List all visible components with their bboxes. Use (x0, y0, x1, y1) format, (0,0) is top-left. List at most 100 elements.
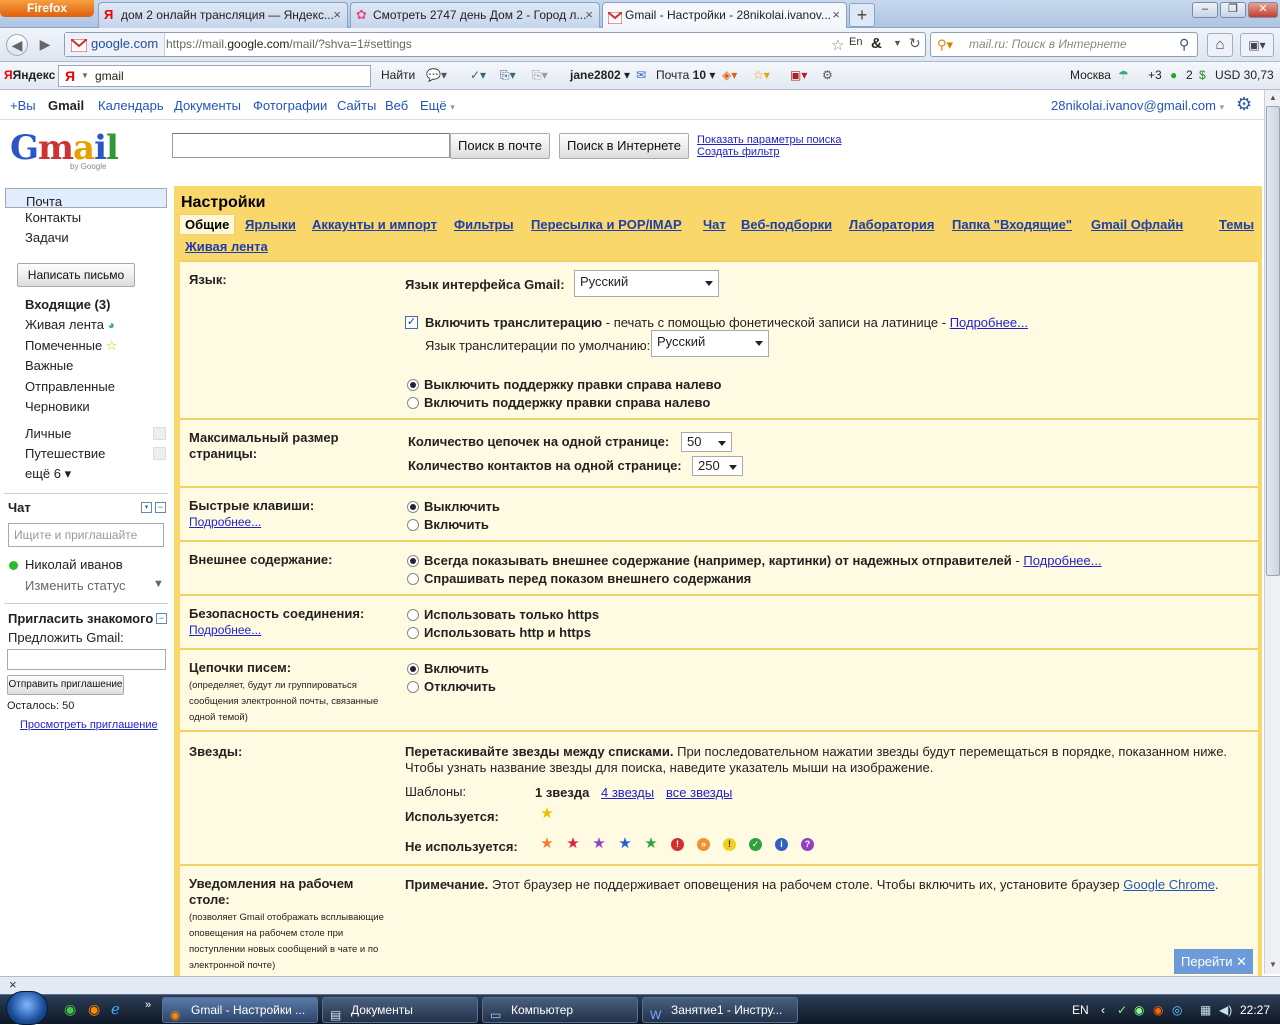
yandex-user[interactable]: jane2802 ▾ (570, 68, 630, 82)
close-tab-icon[interactable]: × (333, 3, 341, 27)
gmail-link[interactable]: Gmail (48, 98, 84, 113)
address-bar[interactable]: google.com https://mail.google.com/mail/… (64, 32, 926, 57)
tray-app-icon[interactable]: ◉ (1134, 1003, 1144, 1017)
quicklaunch-expand-icon[interactable]: » (145, 999, 151, 1011)
spellcheck-icon[interactable]: ✓▾ (470, 68, 486, 82)
more-labels[interactable]: ещё 6 ▾ (25, 466, 71, 482)
settings-gear-icon[interactable]: ⚙ (1236, 94, 1252, 115)
temperature[interactable]: +3 (1148, 68, 1162, 82)
chat-options-icon[interactable]: ▾ (141, 502, 152, 513)
google-chrome-link[interactable]: Google Chrome (1123, 877, 1215, 892)
dropdown-icon[interactable]: ▼ (81, 66, 89, 86)
browser-tab-1[interactable]: Я дом 2 онлайн трансляция — Яндекс... × (98, 2, 348, 28)
folder-starred[interactable]: Помеченные ☆ (25, 338, 118, 354)
chat-search-input[interactable]: Ищите и приглашайте (8, 523, 164, 547)
nav-contacts[interactable]: Контакты (25, 210, 81, 225)
close-tab-icon[interactable]: × (585, 3, 593, 27)
quicklaunch-icon[interactable]: ◉ (64, 1001, 76, 1018)
taskbar-item-documents[interactable]: ▤ Документы (322, 997, 478, 1023)
photos-link[interactable]: Фотографии (253, 98, 327, 113)
antivirus-icon[interactable]: ▣▾ (790, 68, 807, 82)
goto-button[interactable]: Перейти ✕ (1174, 949, 1253, 974)
orange-guillemet-icon[interactable]: » (697, 838, 710, 851)
language-icon[interactable]: ⎘▾ (532, 68, 548, 83)
currency-rate[interactable]: USD 30,73 (1215, 68, 1274, 82)
search-engine-icon[interactable]: ⚲▾ (937, 33, 953, 56)
mail-search-input[interactable] (172, 133, 450, 158)
tab-inbox[interactable]: Папка "Входящие" (952, 217, 1072, 232)
https-only-radio[interactable] (407, 609, 419, 621)
label-color-swatch[interactable] (153, 447, 166, 460)
ui-language-select[interactable]: Русский (574, 270, 719, 297)
close-window-button[interactable]: ✕ (1248, 2, 1278, 18)
bookmark-star-icon[interactable]: ☆ (831, 36, 844, 54)
translate-icon[interactable]: En (849, 36, 862, 48)
tray-expand-icon[interactable]: ‹ (1101, 1003, 1105, 1017)
yellow-bang-icon[interactable]: ! (723, 838, 736, 851)
search-web-button[interactable]: Поиск в Интернете (559, 133, 689, 159)
shortcuts-on-radio[interactable] (407, 519, 419, 531)
volume-icon[interactable]: ◀) (1219, 1003, 1232, 1017)
invite-collapse-icon[interactable]: − (156, 613, 167, 624)
chat-user-name[interactable]: Николай иванов (25, 557, 123, 572)
scroll-down-icon[interactable]: ▼ (1266, 958, 1280, 972)
external-ask-radio[interactable] (407, 573, 419, 585)
yandex-brand[interactable]: ЯЯндекс (4, 68, 55, 82)
folder-inbox[interactable]: Входящие (3) (25, 297, 110, 312)
tray-app-icon[interactable]: ◉ (1153, 1003, 1163, 1017)
invite-email-input[interactable] (7, 649, 166, 670)
blue-star-icon[interactable]: ★ (617, 836, 633, 852)
scroll-thumb[interactable] (1266, 106, 1280, 576)
money-icon[interactable]: ◈▾ (722, 68, 737, 82)
forward-button[interactable]: ▶ (34, 34, 56, 56)
minimize-button[interactable]: – (1192, 2, 1218, 18)
external-always-radio[interactable] (407, 555, 419, 567)
reload-icon[interactable]: ↻ (909, 35, 921, 52)
contacts-per-page-select[interactable]: 250 (692, 456, 743, 476)
tab-chat[interactable]: Чат (703, 217, 726, 232)
label-travel[interactable]: Путешествие (25, 446, 105, 461)
label-color-swatch[interactable] (153, 427, 166, 440)
folder-sent[interactable]: Отправленные (25, 379, 115, 394)
network-icon[interactable]: ▦ (1200, 1003, 1211, 1017)
start-button[interactable] (6, 991, 48, 1025)
preset-all-stars-link[interactable]: все звезды (666, 785, 732, 800)
ie-icon[interactable]: ℯ (111, 1000, 120, 1018)
http-and-https-radio[interactable] (407, 627, 419, 639)
taskbar-item-firefox[interactable]: ◉ Gmail - Настройки ... (162, 997, 318, 1023)
addon-menu-button[interactable]: ▣▾ (1240, 33, 1274, 57)
nav-tasks[interactable]: Задачи (25, 230, 69, 245)
web-link[interactable]: Веб (385, 98, 408, 113)
documents-link[interactable]: Документы (174, 98, 241, 113)
firefox-icon[interactable]: ◉ (88, 1001, 100, 1018)
view-invites-link[interactable]: Просмотреть приглашение (20, 719, 158, 731)
maximize-button[interactable]: ❐ (1220, 2, 1246, 18)
ampersand-icon[interactable]: & (871, 35, 882, 52)
sites-link[interactable]: Сайты (337, 98, 376, 113)
translit-language-select[interactable]: Русский (651, 330, 769, 357)
chat-collapse-icon[interactable]: − (155, 502, 166, 513)
new-tab-button[interactable]: + (849, 3, 875, 27)
blue-info-icon[interactable]: i (775, 838, 788, 851)
shortcuts-more-link[interactable]: Подробнее... (189, 515, 261, 529)
green-star-icon[interactable]: ★ (643, 836, 659, 852)
preset-4-stars-link[interactable]: 4 звезды (601, 785, 654, 800)
tab-web-clips[interactable]: Веб-подборки (741, 217, 832, 232)
close-icon[interactable]: × (9, 977, 17, 992)
mail-icon[interactable]: ✉ (636, 68, 646, 82)
folder-drafts[interactable]: Черновики (25, 399, 90, 414)
browser-tab-2[interactable]: ✿ Смотреть 2747 день Дом 2 - Город л... … (350, 2, 600, 28)
send-invite-button[interactable]: Отправить приглашение (7, 675, 124, 695)
tab-themes[interactable]: Темы (1219, 217, 1254, 232)
create-filter-link[interactable]: Создать фильтр (697, 146, 780, 158)
yandex-mail-link[interactable]: Почта 10 ▾ (656, 68, 715, 82)
search-icon[interactable]: ⚲ (1179, 33, 1189, 56)
city-label[interactable]: Москва (1070, 68, 1111, 82)
tab-general[interactable]: Общие (179, 214, 236, 235)
plus-you-link[interactable]: +Вы (10, 98, 36, 113)
green-check-icon[interactable]: ✓ (749, 838, 762, 851)
tray-app-icon[interactable]: ✓ (1117, 1003, 1127, 1017)
purple-question-icon[interactable]: ? (801, 838, 814, 851)
threads-off-radio[interactable] (407, 681, 419, 693)
back-button[interactable]: ◀ (6, 34, 28, 56)
